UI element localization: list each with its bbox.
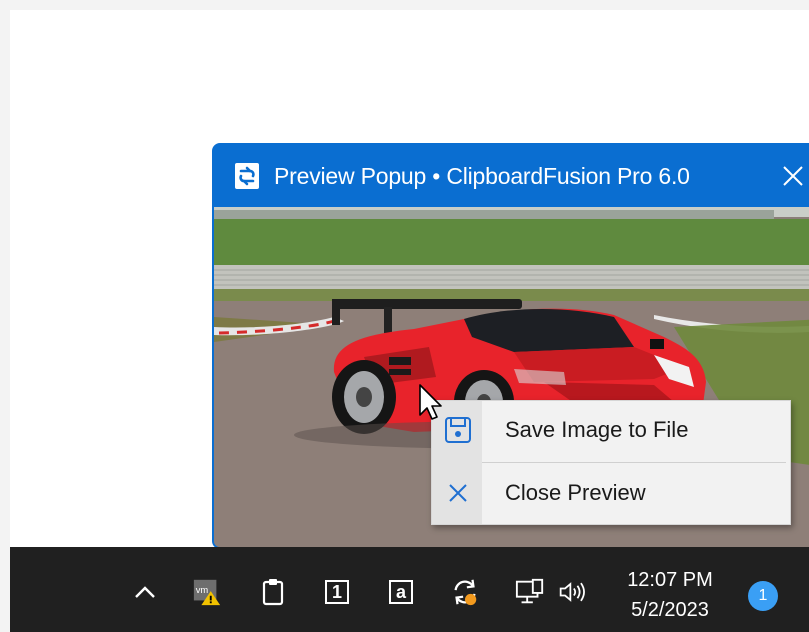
- tray-box1-button[interactable]: 1: [322, 577, 352, 607]
- box-a-icon: a: [389, 580, 413, 604]
- window-title: Preview Popup • ClipboardFusion Pro 6.0: [274, 163, 690, 189]
- clock[interactable]: 12:07 PM 5/2/2023: [615, 565, 725, 625]
- tray-volume-button[interactable]: [558, 577, 588, 607]
- clock-date: 5/2/2023: [631, 599, 709, 621]
- tray-vmware-button[interactable]: vm: [192, 577, 222, 607]
- svg-text:vm: vm: [196, 585, 209, 595]
- close-icon: [449, 484, 467, 502]
- tray-clipboard-button[interactable]: [258, 577, 288, 607]
- box-1-glyph: 1: [331, 582, 342, 602]
- floppy-disk-icon: [445, 417, 471, 443]
- menu-separator: [482, 462, 786, 463]
- tray-boxa-button[interactable]: a: [386, 577, 416, 607]
- clock-time: 12:07 PM: [627, 569, 713, 591]
- box-a-glyph: a: [395, 582, 406, 602]
- show-hidden-icons-button[interactable]: [130, 577, 160, 607]
- clipboardfusion-icon: [235, 163, 259, 189]
- close-preview-menu-item[interactable]: Close Preview: [432, 464, 790, 522]
- tray-sync-button[interactable]: [450, 577, 480, 607]
- close-window-button[interactable]: [772, 155, 809, 197]
- network-icon: [515, 578, 544, 604]
- context-menu: Save Image to File Close Preview: [431, 400, 791, 525]
- chevron-up-icon: [135, 586, 155, 598]
- sync-icon: [454, 579, 477, 606]
- save-image-label: Save Image to File: [505, 417, 689, 442]
- notification-badge[interactable]: 1: [748, 581, 778, 611]
- tray-network-button[interactable]: [515, 577, 545, 607]
- close-icon: [783, 166, 803, 186]
- title-bar[interactable]: Preview Popup • ClipboardFusion Pro 6.0: [214, 145, 809, 207]
- speaker-icon: [559, 582, 585, 602]
- save-image-menu-item[interactable]: Save Image to File: [432, 401, 790, 459]
- clipboard-icon: [262, 579, 284, 606]
- box-1-icon: 1: [325, 580, 349, 604]
- close-preview-label: Close Preview: [505, 480, 646, 505]
- taskbar: vm 1 a 12:07 PM 5/2/2023 1: [10, 547, 809, 632]
- vmware-warning-icon: vm: [193, 579, 221, 606]
